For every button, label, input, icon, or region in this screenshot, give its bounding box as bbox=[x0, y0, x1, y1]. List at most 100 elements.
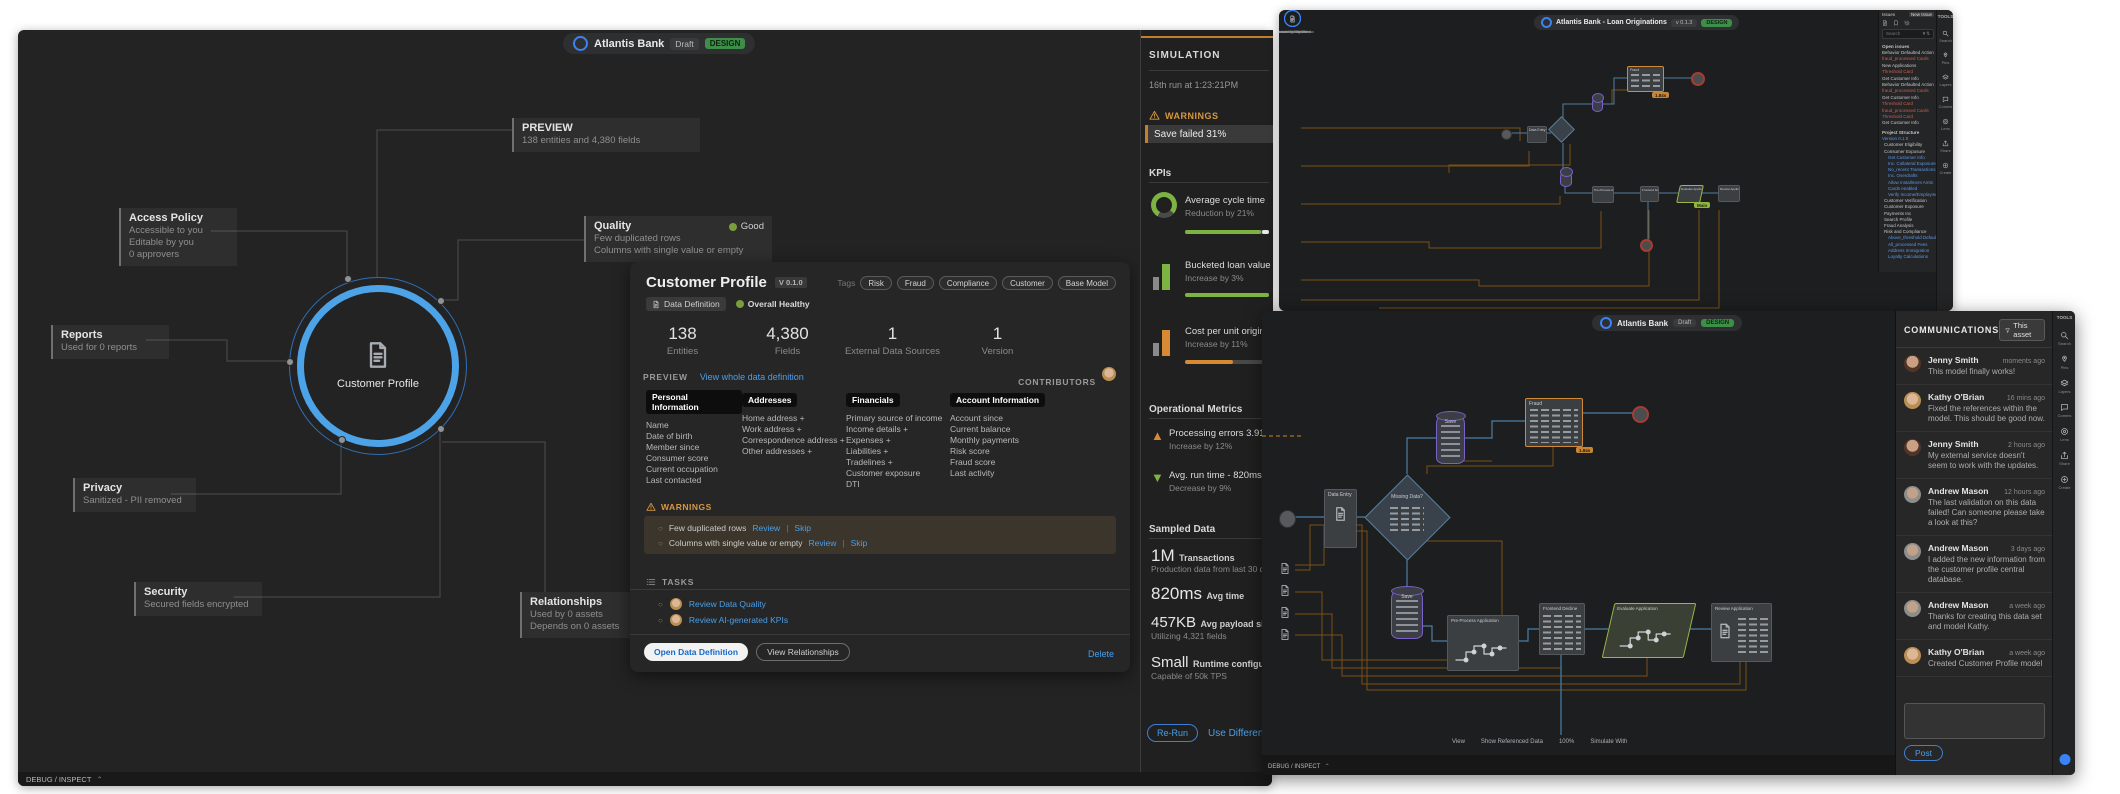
commenter-avatar bbox=[1904, 486, 1921, 503]
comment-input[interactable] bbox=[1904, 703, 2045, 739]
tag-chip[interactable]: Risk bbox=[860, 276, 892, 290]
contributor-avatar[interactable] bbox=[1102, 367, 1116, 381]
delete-link[interactable]: Delete bbox=[1088, 649, 1114, 659]
filter-sort-icons[interactable]: ▼⇅ bbox=[1922, 31, 1930, 37]
node-fraud[interactable]: Fraud bbox=[1525, 398, 1583, 447]
share-tool-icon[interactable]: Share bbox=[1940, 140, 1951, 153]
review-link[interactable]: Review bbox=[809, 538, 837, 548]
tag-chip[interactable]: Fraud bbox=[897, 276, 934, 290]
review-link[interactable]: Review bbox=[752, 523, 780, 533]
tasks-icon bbox=[646, 577, 656, 587]
history-icon[interactable] bbox=[1904, 20, 1910, 26]
pins-tool-icon[interactable]: Pins bbox=[1942, 52, 1950, 65]
tag-chip[interactable]: Customer bbox=[1002, 276, 1053, 290]
tree-row[interactable]: Allow Installment Amts bbox=[1879, 180, 1937, 186]
task-avatar bbox=[670, 598, 682, 610]
doc-icon[interactable] bbox=[1279, 627, 1291, 642]
layers-tool-icon[interactable]: Layers bbox=[1939, 74, 1951, 87]
task-checkbox[interactable]: ○ bbox=[658, 616, 663, 625]
comms-tool-icon[interactable]: Comms bbox=[1939, 96, 1953, 109]
tools-rail: TOOLS Search Pins Layers Comms Lens Shar… bbox=[1936, 10, 1953, 311]
tree-row[interactable]: Loyalty Calculations bbox=[1879, 254, 1937, 260]
start-node[interactable] bbox=[1501, 129, 1512, 140]
view-control[interactable]: View bbox=[1452, 739, 1465, 745]
post-button[interactable]: Post bbox=[1904, 745, 1943, 761]
tag-chip[interactable]: Compliance bbox=[939, 276, 997, 290]
skip-link[interactable]: Skip bbox=[851, 538, 868, 548]
separator: | bbox=[842, 538, 844, 548]
sim-warning-box[interactable]: Save failed 31% bbox=[1145, 125, 1273, 143]
node-fraud[interactable]: Fraud bbox=[1627, 66, 1664, 92]
view-data-definition-link[interactable]: View whole data definition bbox=[700, 372, 804, 382]
zoom-level[interactable]: 100% bbox=[1559, 739, 1574, 745]
pins-tool-icon[interactable]: Pins bbox=[2060, 355, 2069, 370]
search-tool-icon[interactable]: Search bbox=[2058, 331, 2071, 346]
debug-inspect-label[interactable]: DEBUG / INSPECT bbox=[1268, 764, 1320, 770]
node-pre-process[interactable]: Pre-Process Application bbox=[1592, 186, 1614, 203]
comms-tool-icon[interactable]: Comms bbox=[2058, 403, 2072, 418]
task-link[interactable]: Review Data Quality bbox=[689, 599, 766, 609]
end-node[interactable] bbox=[1640, 239, 1653, 252]
lens-tool-icon[interactable]: Lens bbox=[1941, 118, 1950, 131]
ring-dot[interactable] bbox=[338, 436, 346, 444]
bookmark-icon[interactable] bbox=[1893, 20, 1899, 26]
start-node[interactable] bbox=[1279, 510, 1296, 528]
end-node[interactable] bbox=[1632, 406, 1649, 423]
create-tool-icon[interactable]: Create bbox=[2058, 475, 2070, 490]
simulate-with-control[interactable]: Simulate With bbox=[1590, 739, 1627, 745]
node-review[interactable]: Review Application bbox=[1718, 185, 1740, 202]
doc-icon[interactable] bbox=[1279, 561, 1291, 576]
open-data-definition-button[interactable]: Open Data Definition bbox=[644, 643, 748, 661]
node-data-entry[interactable]: Data Entry bbox=[1324, 489, 1357, 548]
ring-dot[interactable] bbox=[437, 297, 445, 305]
search-tool-icon[interactable]: Search bbox=[1939, 30, 1952, 43]
preview-column: Financials Primary source of incomeIncom… bbox=[846, 390, 950, 490]
filter-label: This asset bbox=[2013, 321, 2039, 339]
doc-icon[interactable] bbox=[1279, 605, 1291, 620]
node-save-db[interactable]: Save bbox=[1391, 589, 1423, 639]
node-data-entry[interactable]: Data Entry bbox=[1527, 126, 1547, 143]
end-node[interactable] bbox=[1691, 72, 1705, 86]
new-issue-chip[interactable]: New Issue bbox=[1909, 12, 1934, 17]
ring-dot[interactable] bbox=[286, 358, 294, 366]
tree-row[interactable]: Above_threshold Default Amounts bbox=[1879, 235, 1937, 241]
node-evaluate[interactable]: Evaluate Application bbox=[1602, 603, 1697, 658]
chevron-up-icon: ⌃ bbox=[96, 775, 102, 784]
rerun-button[interactable]: Re-Run bbox=[1147, 724, 1198, 742]
share-tool-icon[interactable]: Share bbox=[2059, 451, 2070, 466]
node-frontend-decline[interactable]: Frontend Decline bbox=[1539, 603, 1585, 655]
task-checkbox[interactable]: ○ bbox=[658, 600, 663, 609]
sample-sub: Production data from last 30 days bbox=[1151, 564, 1273, 574]
field-item: Risk score bbox=[950, 446, 1054, 457]
ring-dot[interactable] bbox=[437, 425, 445, 433]
annotation-security: Security Secured fields encrypted bbox=[134, 582, 262, 616]
issue-row[interactable]: fraud_processed Cards bbox=[1879, 56, 1937, 62]
tag-chip[interactable]: Base Model bbox=[1058, 276, 1116, 290]
commenter-avatar bbox=[1904, 647, 1921, 664]
ring-dot[interactable] bbox=[344, 275, 352, 283]
create-tool-icon[interactable]: Create bbox=[1939, 162, 1951, 175]
node-save-db[interactable]: Save bbox=[1436, 414, 1465, 464]
node-frontend-decline[interactable]: Frontend Decline bbox=[1640, 186, 1659, 202]
show-referenced-data-control[interactable]: Show Referenced Data bbox=[1481, 739, 1543, 745]
rail-asset-item[interactable] bbox=[1279, 10, 1314, 29]
doc-icon[interactable] bbox=[1279, 583, 1291, 598]
node-pre-process[interactable]: Pre-Process Application bbox=[1447, 615, 1519, 671]
issue-row[interactable]: fraud_processed Cards bbox=[1879, 88, 1937, 94]
view-relationships-button[interactable]: View Relationships bbox=[756, 643, 850, 661]
node-evaluate[interactable]: Evaluate Application bbox=[1676, 185, 1704, 203]
sidebar-search-input[interactable]: Search▼⇅ bbox=[1882, 29, 1934, 39]
debug-inspect-bar[interactable]: DEBUG / INSPECT ⌃ bbox=[18, 772, 1272, 786]
task-link[interactable]: Review AI-generated KPIs bbox=[689, 615, 788, 625]
node-save-db[interactable] bbox=[1560, 170, 1572, 187]
asset-filter-chip[interactable]: This asset bbox=[1999, 319, 2045, 341]
comment: Andrew Mason a week ago Thanks for creat… bbox=[1896, 593, 2053, 640]
lens-tool-icon[interactable]: Lens bbox=[2060, 427, 2069, 442]
node-save-db[interactable] bbox=[1592, 96, 1603, 112]
node-review[interactable]: Review Application bbox=[1711, 603, 1772, 662]
doc-icon[interactable] bbox=[1882, 20, 1888, 26]
user-avatar[interactable] bbox=[2059, 754, 2070, 765]
type-chip[interactable]: Data Definition bbox=[646, 297, 726, 311]
layers-tool-icon[interactable]: Layers bbox=[2058, 379, 2070, 394]
skip-link[interactable]: Skip bbox=[794, 523, 811, 533]
